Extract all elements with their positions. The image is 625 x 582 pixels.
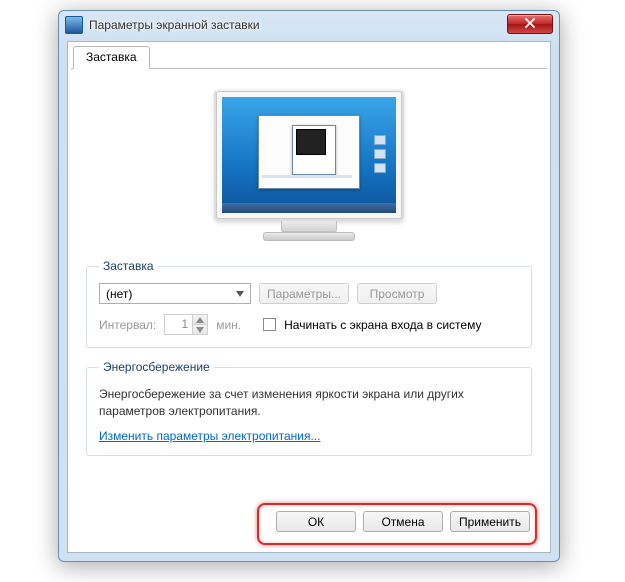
- tab-strip: Заставка: [71, 45, 547, 69]
- screensaver-select[interactable]: (нет): [99, 283, 251, 304]
- titlebar[interactable]: Параметры экранной заставки: [59, 11, 559, 39]
- power-legend: Энергосбережение: [99, 360, 214, 374]
- interval-spinner: 1: [164, 314, 208, 335]
- dialog-button-bar: ОК Отмена Применить: [76, 502, 542, 544]
- screensaver-select-value: (нет): [106, 287, 132, 301]
- minutes-label: мин.: [216, 318, 241, 332]
- power-description: Энергосбережение за счет изменения яркос…: [99, 386, 519, 421]
- window-icon: [65, 16, 83, 34]
- button-label: Просмотр: [370, 287, 425, 301]
- button-label: Применить: [459, 515, 521, 529]
- tab-screensaver[interactable]: Заставка: [73, 46, 150, 69]
- tab-content: Заставка (нет) Параметры... Просмотр: [68, 69, 550, 478]
- resume-checkbox[interactable]: [263, 318, 276, 331]
- interval-label: Интервал:: [99, 318, 156, 332]
- preview-button: Просмотр: [357, 283, 437, 304]
- button-label: ОК: [308, 515, 324, 529]
- tab-label: Заставка: [86, 50, 137, 64]
- chevron-down-icon: [232, 286, 248, 302]
- power-group: Энергосбережение Энергосбережение за сче…: [86, 360, 532, 456]
- power-options-link[interactable]: Изменить параметры электропитания...: [99, 429, 320, 443]
- close-button[interactable]: [507, 14, 553, 34]
- screensaver-settings-window: Параметры экранной заставки Заставка: [58, 10, 560, 562]
- spinner-up-icon: [193, 315, 207, 325]
- screensaver-legend: Заставка: [99, 259, 158, 273]
- spinner-down-icon: [193, 325, 207, 334]
- interval-value: 1: [165, 315, 192, 334]
- close-icon: [525, 17, 535, 31]
- button-label: Параметры...: [267, 287, 341, 301]
- screensaver-group: Заставка (нет) Параметры... Просмотр: [86, 259, 532, 348]
- settings-button: Параметры...: [259, 283, 349, 304]
- window-title: Параметры экранной заставки: [89, 18, 260, 32]
- preview-area: [86, 79, 532, 259]
- client-area: Заставка: [67, 41, 551, 553]
- apply-button[interactable]: Применить: [450, 511, 530, 532]
- button-label: Отмена: [381, 515, 424, 529]
- cancel-button[interactable]: Отмена: [363, 511, 443, 532]
- ok-button[interactable]: ОК: [276, 511, 356, 532]
- monitor-preview: [214, 89, 404, 241]
- resume-checkbox-label: Начинать с экрана входа в систему: [284, 318, 481, 332]
